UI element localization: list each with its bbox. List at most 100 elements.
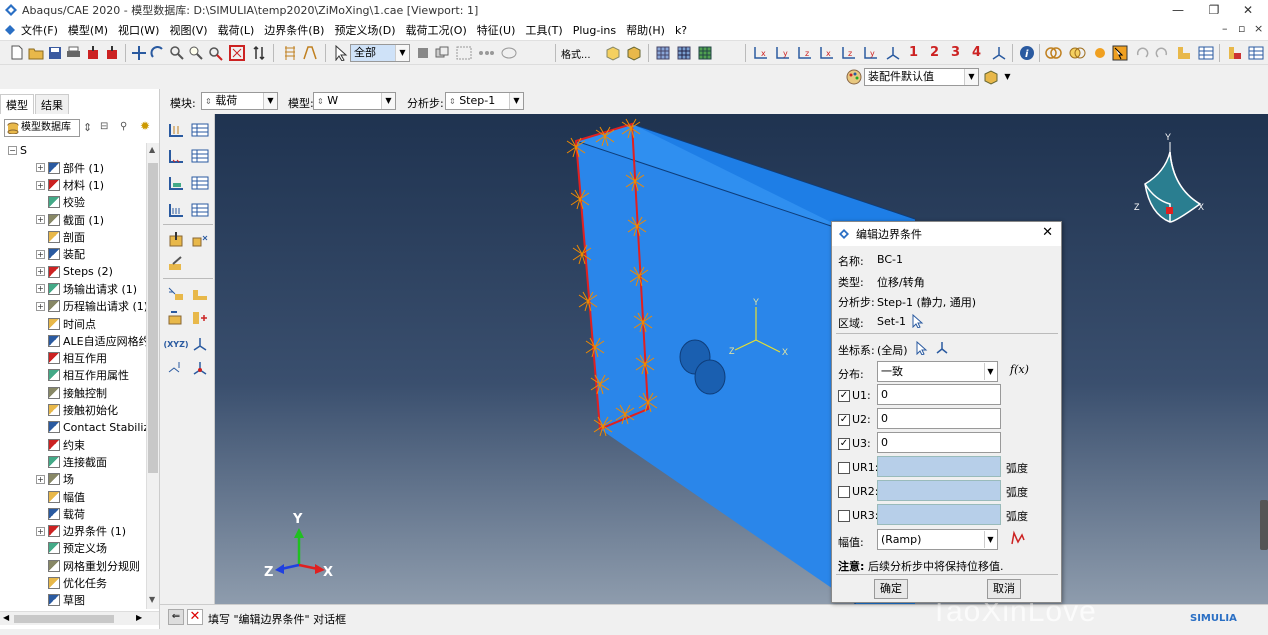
sub-restore-icon[interactable]: ▫ xyxy=(1238,22,1245,35)
scroll-left-icon[interactable]: ◀ xyxy=(3,613,9,622)
tree-item[interactable]: + 装配 xyxy=(36,246,85,263)
mesh-view-icon[interactable] xyxy=(654,44,671,61)
tree-hscrollbar[interactable]: ◀ ▶ xyxy=(0,611,159,625)
select-from-icon[interactable] xyxy=(414,44,431,61)
csys-yz-icon[interactable]: z xyxy=(840,44,857,61)
tree-item[interactable]: + 边界条件 (1) xyxy=(36,523,126,540)
datum-axis-icon[interactable] xyxy=(190,358,210,378)
triad-icon[interactable] xyxy=(990,44,1007,61)
tree-item[interactable]: 时间点 xyxy=(36,315,96,332)
expand-icon[interactable]: + xyxy=(36,180,45,190)
tree-item[interactable]: + Steps (2) xyxy=(36,263,113,280)
expand-icon[interactable]: + xyxy=(36,215,45,225)
load-manager-icon[interactable] xyxy=(190,120,210,140)
constraint-icon[interactable] xyxy=(190,308,210,328)
tree-item[interactable]: + 截面 (1) xyxy=(36,211,104,228)
model-canvas[interactable]: Y X Z Y Z X xyxy=(215,114,1268,604)
menu-model[interactable]: 模型(M) xyxy=(63,22,113,38)
distribution-select[interactable]: 一致 ▼ xyxy=(877,361,998,382)
graphics-viewport[interactable]: Y X Z Y Z X Y X Z xyxy=(215,114,1268,604)
csys-xy-icon[interactable]: y xyxy=(774,44,791,61)
fx-button[interactable]: f(x) xyxy=(1010,363,1029,376)
csys-iso-icon[interactable] xyxy=(884,44,901,61)
layer-icon[interactable] xyxy=(281,44,298,61)
datum-plane-icon[interactable] xyxy=(166,358,186,378)
tree-item[interactable]: 剖面 xyxy=(36,229,85,246)
tree-item[interactable]: ALE自适应网格约束 xyxy=(36,332,146,349)
attach-icon[interactable] xyxy=(166,308,186,328)
magnify-icon[interactable] xyxy=(168,44,185,61)
wireframe-icon[interactable] xyxy=(604,44,621,61)
tree-item[interactable]: 相互作用属性 xyxy=(36,367,129,384)
tree-item[interactable]: 接触控制 xyxy=(36,384,107,401)
create-bc-icon[interactable] xyxy=(166,146,186,166)
hscroll-thumb[interactable] xyxy=(14,615,114,623)
render-style-label[interactable]: 格式... xyxy=(561,46,591,61)
expand-icon[interactable]: + xyxy=(36,526,45,536)
view-4-button[interactable]: 4 xyxy=(968,44,985,61)
menu-viewport[interactable]: 视口(W) xyxy=(113,22,164,38)
tree-item[interactable]: 校验 xyxy=(36,194,85,211)
u2-input[interactable]: 0 xyxy=(877,408,1001,429)
csys-create-icon[interactable] xyxy=(935,341,949,355)
menu-tools[interactable]: 工具(T) xyxy=(520,22,567,38)
shaded-icon[interactable] xyxy=(625,44,642,61)
mesh-green-icon[interactable] xyxy=(696,44,713,61)
u2-checkbox[interactable]: ✓ xyxy=(838,414,850,426)
csys-xz-icon[interactable]: x xyxy=(818,44,835,61)
view-2-button[interactable]: 2 xyxy=(926,44,943,61)
cancel-procedure-icon[interactable]: ✕ xyxy=(187,609,203,625)
load-case-manager-icon[interactable] xyxy=(190,200,210,220)
menu-file[interactable]: 文件(F) xyxy=(16,22,63,38)
selection-filter-select[interactable]: 全部 ▼ xyxy=(350,44,410,62)
csys-x-icon[interactable]: x xyxy=(752,44,769,61)
tree-filter-select[interactable]: 模型数据库 xyxy=(4,119,80,137)
expand-icon[interactable]: + xyxy=(36,249,45,259)
view-cube[interactable]: Y Z X xyxy=(1134,132,1204,223)
partition-icon[interactable] xyxy=(190,284,210,304)
tree-item[interactable]: 幅值 xyxy=(36,488,85,505)
field-manager-icon[interactable] xyxy=(190,173,210,193)
query-sphere-icon[interactable] xyxy=(1091,44,1108,61)
table-icon[interactable] xyxy=(1247,44,1264,61)
csys-datum-icon[interactable] xyxy=(190,334,210,354)
tree-scrollbar[interactable]: ▲ ▼ xyxy=(146,143,159,609)
expand-icon[interactable]: + xyxy=(36,474,45,484)
csys-y-icon[interactable]: y xyxy=(862,44,879,61)
open-folder-icon[interactable] xyxy=(27,44,44,61)
ur3-input[interactable] xyxy=(877,504,1001,525)
scroll-thumb[interactable] xyxy=(148,163,158,473)
restore-button[interactable]: ❐ xyxy=(1196,0,1232,20)
mesh-shaded-icon[interactable] xyxy=(675,44,692,61)
undo-icon[interactable] xyxy=(1133,44,1150,61)
tree-item[interactable]: 预定义场 xyxy=(36,540,107,557)
bc-manager-icon[interactable] xyxy=(190,146,210,166)
csys-z-icon[interactable]: z xyxy=(796,44,813,61)
highlight-bulb-icon[interactable]: ✹ xyxy=(140,119,150,133)
pan-icon[interactable] xyxy=(130,44,147,61)
abaqus-menu-icon[interactable] xyxy=(4,24,16,36)
tree-item[interactable]: Contact Stabilizations xyxy=(36,419,146,436)
module-select[interactable]: ⇕ 载荷 ▼ xyxy=(201,92,278,110)
expand-icon[interactable]: + xyxy=(36,284,45,294)
part-display-icon[interactable] xyxy=(1175,44,1192,61)
menu-view[interactable]: 视图(V) xyxy=(164,22,212,38)
tree-item[interactable]: − S xyxy=(8,143,27,159)
tree-item[interactable]: + 历程输出请求 (1) xyxy=(36,298,146,315)
ur2-checkbox[interactable] xyxy=(838,486,850,498)
stack-icon[interactable] xyxy=(301,44,318,61)
palette-icon[interactable] xyxy=(845,68,862,85)
view-3-button[interactable]: 3 xyxy=(947,44,964,61)
select-cells-icon[interactable] xyxy=(500,44,517,61)
table-view-icon[interactable] xyxy=(1197,44,1214,61)
tree-item[interactable]: 相互作用 xyxy=(36,350,107,367)
model-select[interactable]: ⇕ W ▼ xyxy=(313,92,396,110)
xyz-datum-icon[interactable]: (XYZ) xyxy=(163,334,188,354)
u3-input[interactable]: 0 xyxy=(877,432,1001,453)
query-rings-icon[interactable] xyxy=(1045,44,1062,61)
back-arrow-icon[interactable]: ⇐ xyxy=(168,609,184,625)
assign-set-icon[interactable] xyxy=(190,230,210,250)
collapse-icon[interactable]: − xyxy=(8,146,17,155)
tree-item[interactable]: 载荷 xyxy=(36,505,85,522)
select-arrow-icon[interactable] xyxy=(332,44,349,61)
